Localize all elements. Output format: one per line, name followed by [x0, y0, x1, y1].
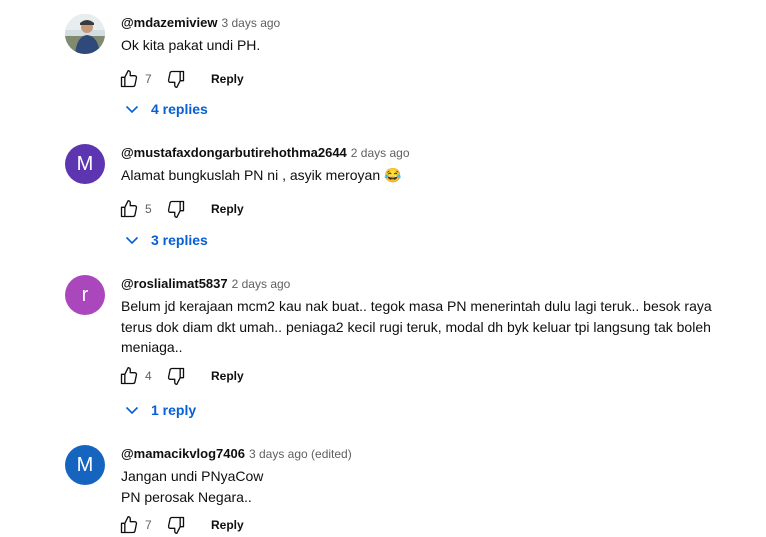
comment-text: Belum jd kerajaan mcm2 kau nak buat.. te… [121, 298, 712, 355]
reply-button[interactable]: Reply [211, 516, 244, 534]
comment-text: Ok kita pakat undi PH. [121, 37, 261, 53]
view-replies-button[interactable]: 3 replies [124, 230, 208, 250]
like-count: 5 [145, 202, 152, 216]
chevron-down-icon [124, 232, 140, 248]
like-count: 7 [145, 518, 152, 532]
comment-text: Jangan undi PNyaCow PN perosak Negara.. [121, 468, 264, 505]
like-button[interactable] [117, 513, 141, 537]
avatar-letter: r [81, 283, 89, 306]
comment-text: Alamat bungkuslah PN ni , asyik meroyan … [121, 167, 402, 183]
avatar-letter: M [76, 152, 94, 175]
comment-header: @mdazemiview 3 days ago [121, 14, 280, 32]
comment-author[interactable]: @mamacikvlog7406 [121, 446, 245, 461]
avatar-letter: M [76, 453, 94, 476]
thumbs-down-icon [167, 200, 185, 218]
like-button[interactable] [117, 364, 141, 388]
avatar[interactable]: r [65, 275, 105, 315]
comment-header: @roslialimat5837 2 days ago [121, 275, 290, 293]
thumbs-up-icon [120, 516, 138, 534]
dislike-button[interactable] [164, 67, 188, 91]
view-replies-button[interactable]: 1 reply [124, 400, 196, 420]
like-button[interactable] [117, 67, 141, 91]
thumbs-up-icon [120, 200, 138, 218]
comment-author[interactable]: @mdazemiview [121, 15, 218, 30]
like-count: 4 [145, 369, 152, 383]
reply-button[interactable]: Reply [211, 200, 244, 218]
dislike-button[interactable] [164, 197, 188, 221]
comment-time[interactable]: 2 days ago [351, 146, 410, 160]
comment-time[interactable]: 3 days ago (edited) [249, 447, 352, 461]
comment-header: @mamacikvlog7406 3 days ago (edited) [121, 445, 352, 463]
dislike-button[interactable] [164, 513, 188, 537]
comment-header: @mustafaxdongarbutirehothma2644 2 days ag… [121, 144, 410, 162]
replies-count-label: 4 replies [151, 101, 208, 117]
thumbs-down-icon [167, 70, 185, 89]
avatar[interactable] [65, 14, 105, 54]
thumbs-down-icon [167, 367, 185, 385]
reply-button[interactable]: Reply [211, 70, 244, 88]
comment-author[interactable]: @mustafaxdongarbutirehothma2644 [121, 145, 347, 160]
reply-button[interactable]: Reply [211, 367, 244, 385]
avatar[interactable]: M [65, 144, 105, 184]
thumbs-down-icon [167, 516, 185, 534]
thumbs-up-icon [120, 367, 138, 385]
like-count: 7 [145, 72, 152, 86]
comment-time[interactable]: 3 days ago [222, 16, 281, 30]
replies-count-label: 1 reply [151, 402, 197, 418]
chevron-down-icon [124, 101, 140, 117]
like-button[interactable] [117, 197, 141, 221]
comment-time[interactable]: 2 days ago [232, 277, 291, 291]
avatar-photo [65, 14, 105, 54]
comment-author[interactable]: @roslialimat5837 [121, 276, 228, 291]
avatar[interactable]: M [65, 445, 105, 485]
chevron-down-icon [124, 402, 140, 418]
thumbs-up-icon [120, 70, 138, 88]
replies-count-label: 3 replies [151, 232, 208, 248]
dislike-button[interactable] [164, 364, 188, 388]
view-replies-button[interactable]: 4 replies [124, 99, 208, 119]
